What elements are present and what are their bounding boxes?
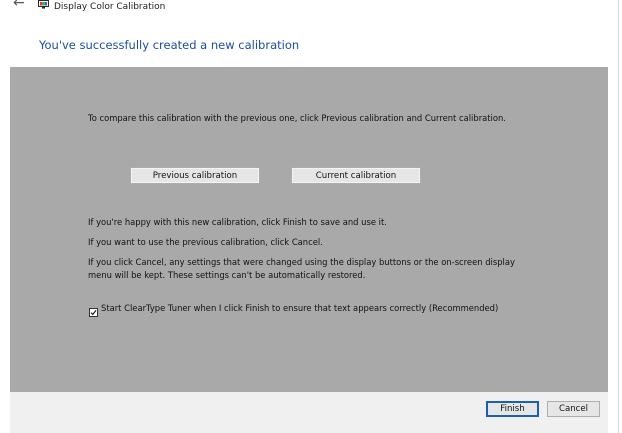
footer-bar: Finish Cancel bbox=[10, 392, 608, 433]
cancel-button[interactable]: Cancel bbox=[547, 401, 600, 417]
page-heading: You've successfully created a new calibr… bbox=[39, 38, 300, 52]
cancel-instructions: If you want to use the previous calibrat… bbox=[88, 237, 323, 247]
display-color-calibration-icon bbox=[38, 0, 49, 9]
checkmark-icon bbox=[90, 310, 97, 316]
finish-instructions: If you're happy with this new calibratio… bbox=[88, 217, 387, 227]
back-arrow-icon[interactable]: ← bbox=[13, 0, 25, 11]
window-title: Display Color Calibration bbox=[54, 2, 166, 12]
title-bar: ← Display Color Calibration bbox=[0, 0, 618, 16]
content-panel: To compare this calibration with the pre… bbox=[10, 67, 608, 392]
cleartype-checkbox-label[interactable]: Start ClearType Tuner when I click Finis… bbox=[101, 302, 501, 315]
cleartype-checkbox[interactable] bbox=[89, 308, 98, 317]
compare-instructions: To compare this calibration with the pre… bbox=[88, 113, 506, 123]
calibration-window: ← Display Color Calibration You've succe… bbox=[0, 0, 622, 433]
current-calibration-button[interactable]: Current calibration bbox=[291, 167, 421, 184]
window-edge bbox=[618, 0, 619, 433]
previous-calibration-button[interactable]: Previous calibration bbox=[130, 167, 260, 184]
cancel-settings-note: If you click Cancel, any settings that w… bbox=[88, 257, 515, 280]
finish-button[interactable]: Finish bbox=[486, 401, 539, 417]
